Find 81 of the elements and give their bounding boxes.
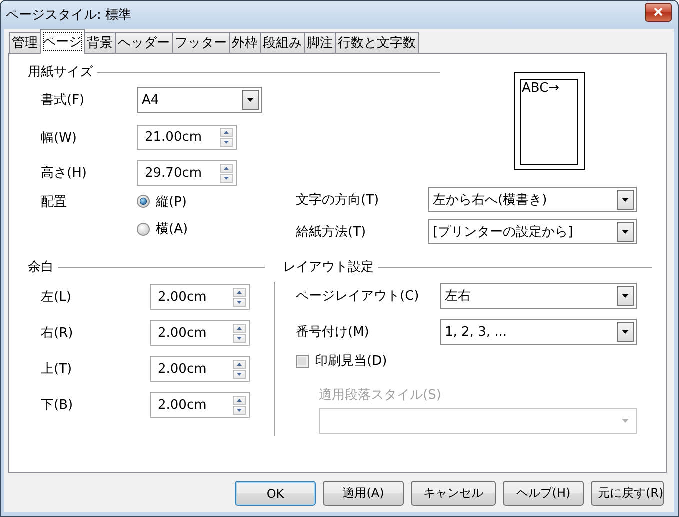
spin-down-button[interactable] [233, 298, 246, 306]
field-label: 幅(W) [41, 130, 78, 148]
caret-icon [247, 98, 254, 102]
radio-button[interactable] [137, 222, 150, 236]
radio-label: 横(A) [156, 221, 188, 238]
triangle-up-icon [237, 290, 242, 294]
spin-field[interactable]: 21.00cm [137, 125, 237, 150]
spin-up-button[interactable] [220, 164, 233, 172]
triangle-down-icon [237, 408, 242, 412]
field-label: 左(L) [41, 289, 72, 307]
triangle-down-icon [237, 336, 242, 340]
dialog-button[interactable]: OK [235, 481, 316, 506]
field-label: 右(R) [41, 325, 74, 343]
field-label: 給紙方法(T) [296, 224, 368, 242]
field-label: 番号付け(M) [296, 324, 370, 342]
spin-down-button[interactable] [220, 174, 233, 182]
radio-label: 縦(P) [156, 194, 187, 210]
spin-up-button[interactable] [220, 128, 233, 137]
caret-icon [622, 230, 629, 234]
triangle-up-icon [224, 166, 229, 170]
section-heading: 用紙サイズ [28, 64, 94, 81]
tab[interactable]: 脚注 [304, 32, 336, 53]
field-label: 書式(F) [41, 92, 86, 110]
caret-icon [622, 330, 629, 334]
triangle-down-icon [224, 141, 229, 144]
triangle-down-icon [237, 300, 242, 304]
spin-down-button[interactable] [220, 138, 233, 147]
spin-up-button[interactable] [233, 324, 246, 332]
dropdown-field[interactable]: 左右 [440, 283, 637, 309]
spin-up-button[interactable] [233, 288, 246, 296]
dropdown-field[interactable]: 左から右へ(横書き) [428, 187, 637, 212]
spin-up-button[interactable] [233, 360, 246, 368]
field-label: 高さ(H) [41, 165, 88, 183]
triangle-up-icon [237, 398, 242, 402]
dropdown-field[interactable]: A4 [137, 87, 262, 113]
field-label: 配置 [41, 194, 68, 212]
tab[interactable]: 背景 [84, 32, 116, 53]
field-label: 下(B) [41, 397, 74, 415]
tab[interactable]: 管理 [9, 32, 41, 53]
field-label: ページレイアウト(C) [296, 288, 420, 306]
spin-down-button[interactable] [233, 334, 246, 342]
dropdown-field[interactable]: 1, 2, 3, ... [440, 319, 637, 345]
tab[interactable]: ページ [40, 29, 85, 54]
section-heading: 余白 [28, 259, 55, 276]
triangle-up-icon [224, 131, 229, 134]
dialog-button[interactable]: ヘルプ(H) [503, 481, 584, 506]
tab[interactable]: 行数と文字数 [335, 32, 419, 53]
section-heading: レイアウト設定 [283, 259, 375, 276]
close-button[interactable] [645, 2, 672, 22]
dialog-button[interactable]: キャンセル [411, 481, 496, 506]
spin-field[interactable]: 2.00cm [150, 356, 250, 382]
radio-button[interactable] [137, 195, 150, 208]
window-title: ページスタイル: 標準 [6, 7, 133, 24]
field-label: 上(T) [41, 361, 74, 379]
checkbox-label: 印刷見当(D) [315, 353, 388, 370]
spin-field[interactable]: 2.00cm [150, 284, 250, 310]
spin-down-button[interactable] [233, 406, 246, 414]
tab[interactable]: ヘッダー [115, 32, 173, 53]
close-icon [654, 8, 663, 16]
caret-icon [622, 198, 629, 202]
tab[interactable]: 外枠 [229, 32, 261, 53]
caret-icon [622, 294, 629, 298]
dialog-button[interactable]: 元に戻す(R) [591, 481, 664, 506]
dropdown-field[interactable]: [プリンターの設定から] [428, 219, 637, 244]
spin-down-button[interactable] [233, 370, 246, 378]
field-label: 文字の方向(T) [296, 192, 380, 210]
caret-icon [622, 419, 629, 423]
tab[interactable]: フッター [172, 32, 230, 53]
preview-text: ABC→ [522, 81, 560, 96]
field-label: 適用段落スタイル(S) [319, 387, 442, 403]
triangle-down-icon [237, 372, 242, 376]
triangle-down-icon [224, 176, 229, 180]
spin-up-button[interactable] [233, 396, 246, 404]
triangle-up-icon [237, 326, 242, 330]
triangle-up-icon [237, 362, 242, 366]
spin-field[interactable]: 29.70cm [137, 160, 237, 186]
spin-field[interactable]: 2.00cm [150, 320, 250, 346]
tab[interactable]: 段組み [260, 32, 305, 53]
dialog-button[interactable]: 適用(A) [323, 481, 404, 506]
spin-field[interactable]: 2.00cm [150, 392, 250, 418]
checkbox[interactable] [296, 354, 309, 368]
